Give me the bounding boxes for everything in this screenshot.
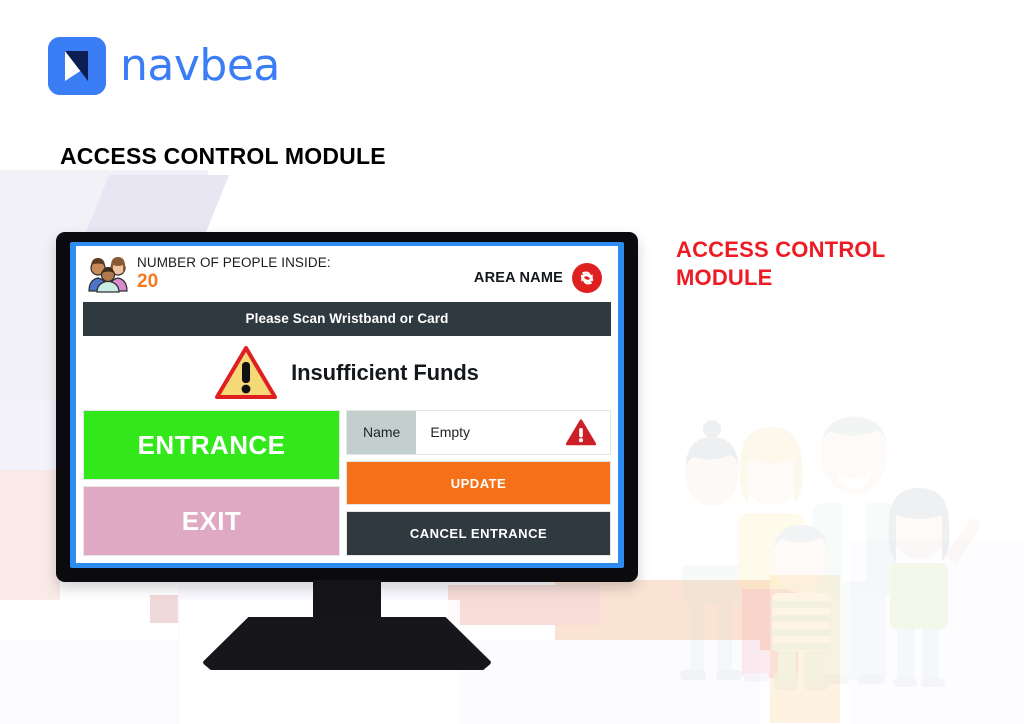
- name-input[interactable]: Empty: [416, 411, 566, 454]
- warning-triangle-icon: [565, 419, 597, 446]
- access-control-screen: NUMBER OF PEOPLE INSIDE: 20 AREA NAME Pl…: [76, 246, 618, 563]
- scan-prompt-bar: Please Scan Wristband or Card: [83, 302, 611, 336]
- alert-message-area: Insufficient Funds: [81, 336, 613, 410]
- warning-triangle-icon: [215, 346, 278, 400]
- monitor-screen-frame: NUMBER OF PEOPLE INSIDE: 20 AREA NAME Pl…: [70, 242, 624, 568]
- area-group: AREA NAME: [474, 254, 603, 294]
- monitor: NUMBER OF PEOPLE INSIDE: 20 AREA NAME Pl…: [56, 232, 638, 670]
- family-group-icon: [87, 255, 129, 293]
- name-and-actions: Name Empty UPDATE CANCEL ENTRANCE: [346, 410, 611, 557]
- family-of-five-illustration: [660, 415, 982, 715]
- brand-name: navbea: [120, 40, 280, 91]
- module-caption-line1: ACCESS CONTROL: [676, 237, 886, 262]
- area-name-label: AREA NAME: [473, 270, 563, 286]
- cancel-entrance-button[interactable]: CANCEL ENTRANCE: [346, 511, 611, 557]
- exit-button[interactable]: EXIT: [83, 486, 340, 556]
- people-inside-count: 20: [137, 271, 159, 293]
- page-title: ACCESS CONTROL MODULE: [60, 143, 386, 169]
- navbea-arrow-mark-icon: [48, 37, 106, 95]
- module-caption: ACCESS CONTROL MODULE: [676, 236, 936, 292]
- entry-exit-buttons: ENTRANCE EXIT: [83, 410, 340, 556]
- decor-shape: [0, 640, 180, 724]
- monitor-stand-base: [202, 617, 492, 670]
- people-inside-label: NUMBER OF PEOPLE INSIDE:: [137, 255, 331, 270]
- module-caption-line2: MODULE: [676, 265, 773, 291]
- entrance-button[interactable]: ENTRANCE: [83, 410, 340, 480]
- controls-area: ENTRANCE EXIT Name Empty UPDATE CANCEL E…: [81, 410, 613, 558]
- name-field-label: Name: [347, 411, 417, 454]
- people-inside-text: NUMBER OF PEOPLE INSIDE: 20: [137, 254, 331, 292]
- decor-shape: [0, 470, 60, 600]
- refresh-circle-icon[interactable]: [571, 262, 603, 294]
- update-button[interactable]: UPDATE: [346, 460, 611, 506]
- status-bar: NUMBER OF PEOPLE INSIDE: 20 AREA NAME: [81, 250, 613, 300]
- name-field-row: Name Empty: [346, 410, 611, 455]
- brand-logo[interactable]: navbea: [48, 37, 280, 95]
- people-inside-group: NUMBER OF PEOPLE INSIDE: 20: [87, 254, 331, 293]
- alert-message: Insufficient Funds: [291, 360, 479, 385]
